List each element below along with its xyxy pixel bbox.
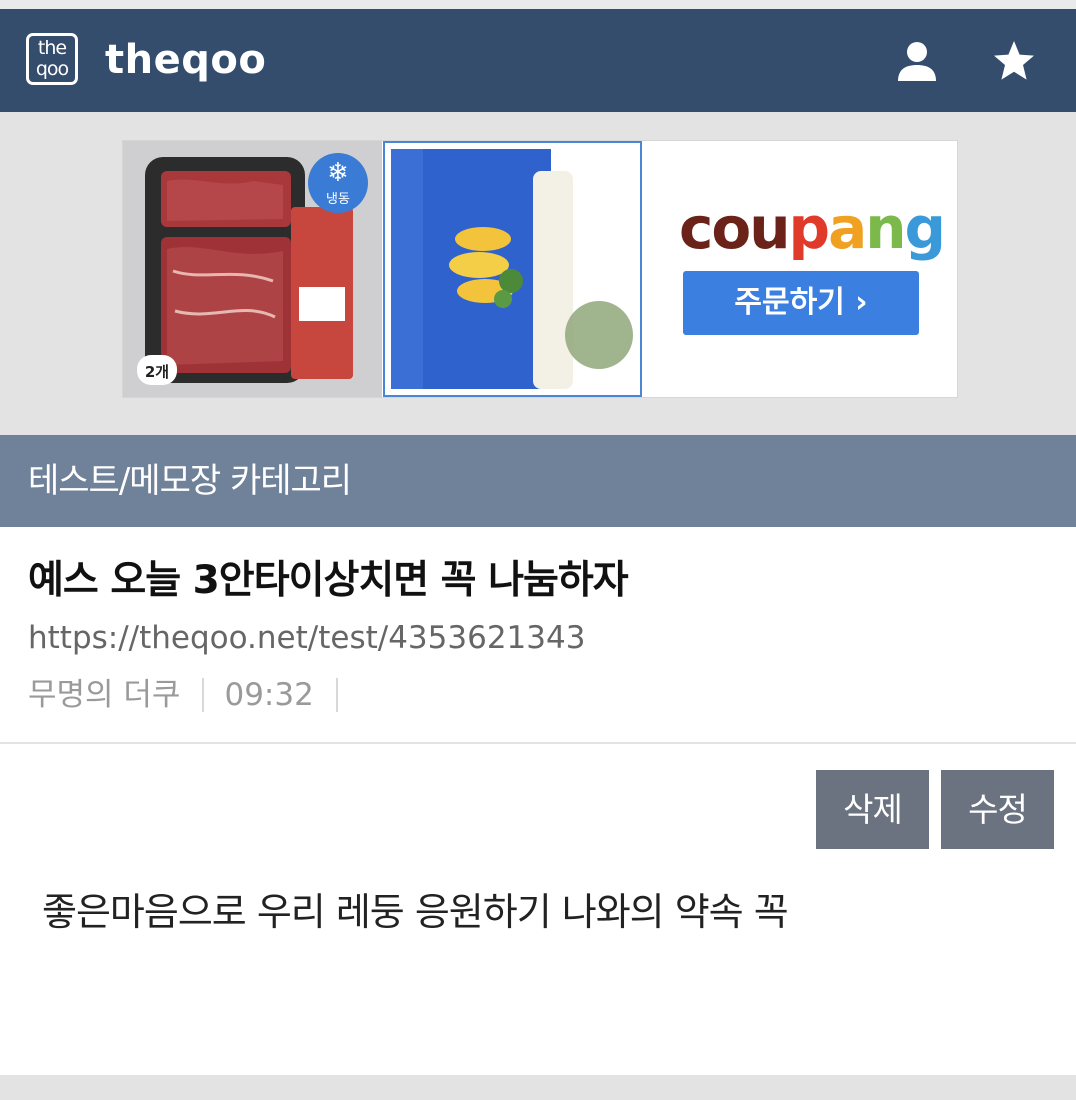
category-bar[interactable]: 테스트/메모장 카테고리 <box>0 435 1076 527</box>
edit-button[interactable]: 수정 <box>941 770 1054 849</box>
order-button[interactable]: 주문하기 › <box>683 271 919 335</box>
svg-text:❄: ❄ <box>327 158 349 188</box>
ad-banner-area: ❄ 냉동 2개 coupang 주문하기 › <box>0 112 1076 435</box>
delete-button[interactable]: 삭제 <box>816 770 929 849</box>
beef-product-image[interactable]: ❄ 냉동 2개 <box>123 141 382 397</box>
coupang-ad[interactable]: ❄ 냉동 2개 coupang 주문하기 › <box>122 140 958 398</box>
post-meta: 무명의 더쿠 09:32 <box>28 673 358 717</box>
post-title: 예스 오늘 3안타이상치면 꼭 나눔하자 <box>28 558 629 603</box>
meta-separator <box>202 678 205 712</box>
site-brand-name[interactable]: theqoo <box>105 36 266 84</box>
status-strip <box>0 0 1076 9</box>
post-body: 좋은마음으로 우리 레둥 응원하기 나와의 약속 꼭 <box>42 890 789 934</box>
user-icon[interactable] <box>895 39 939 83</box>
star-icon[interactable] <box>992 39 1036 83</box>
divider <box>0 742 1076 744</box>
post-time: 09:32 <box>224 677 314 713</box>
post-url[interactable]: https://theqoo.net/test/4353621343 <box>28 617 585 659</box>
count-badge: 2개 <box>145 363 169 381</box>
coupang-letter: p <box>788 194 831 262</box>
coupang-letter: u <box>749 194 790 262</box>
category-title[interactable]: 테스트/메모장 카테고리 <box>28 461 352 501</box>
theqoo-logo-icon[interactable]: the qoo <box>26 33 78 85</box>
freeze-badge: 냉동 <box>326 192 350 207</box>
footer-band <box>0 1075 1076 1100</box>
coupang-letter: c <box>679 194 713 262</box>
coupang-letter: o <box>711 194 751 262</box>
post-author: 무명의 더쿠 <box>28 677 181 713</box>
logo-text-top: the <box>37 37 67 59</box>
coupang-logo: coupang <box>679 193 947 263</box>
site-header: the qoo theqoo <box>0 9 1076 112</box>
lemon-product-image[interactable] <box>383 141 642 397</box>
coupang-letter: a <box>828 194 867 262</box>
logo-text-bottom: qoo <box>35 58 69 80</box>
coupang-letter: g <box>904 194 947 262</box>
coupang-letter: n <box>865 194 906 262</box>
meta-separator <box>335 678 338 712</box>
